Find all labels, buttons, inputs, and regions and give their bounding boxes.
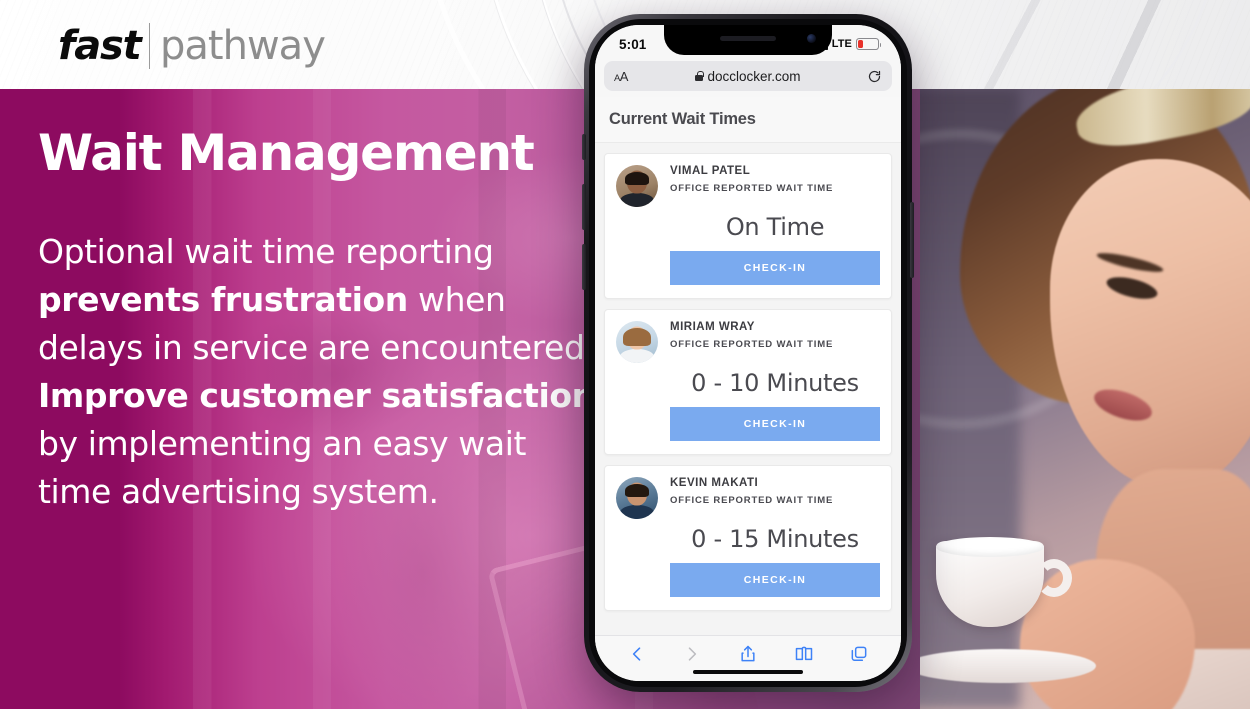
power-button[interactable] bbox=[910, 202, 914, 278]
volume-down-button[interactable] bbox=[582, 244, 586, 290]
network-type-label: LTE bbox=[831, 38, 852, 50]
table-row[interactable]: KEVIN MAKATI OFFICE REPORTED WAIT TIME 0… bbox=[604, 465, 892, 611]
provider-name: VIMAL PATEL bbox=[670, 165, 751, 177]
battery-fill bbox=[858, 40, 864, 48]
reload-icon[interactable] bbox=[867, 69, 882, 84]
logo-primary-text: fast bbox=[58, 23, 142, 69]
coffee-cup-rim bbox=[936, 537, 1044, 557]
card-body: 0 - 15 Minutes CHECK-IN bbox=[616, 525, 880, 597]
card-body: On Time CHECK-IN bbox=[616, 213, 880, 285]
promo-text-block: Wait Management Optional wait time repor… bbox=[38, 127, 598, 517]
front-camera-icon bbox=[807, 34, 816, 43]
safari-url-bar: AA docclocker.com bbox=[595, 59, 901, 97]
page-title: Wait Management bbox=[38, 124, 535, 182]
provider-name: MIRIAM WRAY bbox=[670, 321, 755, 333]
avatar-body bbox=[620, 505, 654, 519]
phone-notch bbox=[664, 25, 832, 55]
url-text: docclocker.com bbox=[707, 68, 801, 84]
safari-bottom-toolbar bbox=[595, 635, 901, 681]
body-bold-1: prevents frustration bbox=[38, 279, 408, 319]
brand-logo: fast pathway bbox=[58, 22, 326, 70]
battery-icon bbox=[856, 38, 882, 50]
forward-icon bbox=[689, 646, 697, 661]
check-in-button[interactable]: CHECK-IN bbox=[670, 407, 880, 441]
body-bold-2: Improve customer satisfaction bbox=[38, 376, 595, 416]
wait-time-value: On Time bbox=[725, 213, 825, 241]
back-icon[interactable] bbox=[627, 644, 647, 664]
coffee-saucer bbox=[906, 649, 1096, 683]
avatar-body bbox=[620, 193, 654, 207]
url-pill[interactable]: AA docclocker.com bbox=[604, 61, 892, 91]
mute-switch[interactable] bbox=[582, 134, 586, 160]
home-indicator[interactable] bbox=[693, 669, 803, 674]
wait-time-value: 0 - 15 Minutes bbox=[691, 525, 859, 553]
card-body: 0 - 10 Minutes CHECK-IN bbox=[616, 369, 880, 441]
avatar-hair bbox=[625, 172, 649, 186]
body-text-1: Optional wait time reporting bbox=[38, 231, 494, 271]
avatar-hair bbox=[625, 484, 649, 498]
volume-up-button[interactable] bbox=[582, 184, 586, 230]
card-header: KEVIN MAKATI OFFICE REPORTED WAIT TIME bbox=[616, 477, 880, 519]
check-in-button[interactable]: CHECK-IN bbox=[670, 251, 880, 285]
avatar-hair bbox=[623, 328, 651, 347]
bookmarks-icon[interactable] bbox=[794, 644, 814, 664]
logo-secondary-text: pathway bbox=[160, 23, 326, 69]
table-row[interactable]: MIRIAM WRAY OFFICE REPORTED WAIT TIME 0 … bbox=[604, 309, 892, 455]
card-info: VIMAL PATEL OFFICE REPORTED WAIT TIME bbox=[670, 165, 880, 194]
web-content-area: Current Wait Times VIMAL PATEL OFFICE RE… bbox=[595, 97, 901, 635]
check-in-button[interactable]: CHECK-IN bbox=[670, 563, 880, 597]
wait-time-label: OFFICE REPORTED WAIT TIME bbox=[670, 183, 834, 194]
wait-time-value: 0 - 10 Minutes bbox=[691, 369, 859, 397]
promo-body-copy: Optional wait time reporting prevents fr… bbox=[38, 228, 598, 517]
card-header: VIMAL PATEL OFFICE REPORTED WAIT TIME bbox=[616, 165, 880, 207]
tabs-icon[interactable] bbox=[849, 644, 869, 664]
text-size-button[interactable]: AA bbox=[614, 69, 628, 84]
card-header: MIRIAM WRAY OFFICE REPORTED WAIT TIME bbox=[616, 321, 880, 363]
avatar bbox=[616, 321, 658, 363]
wait-time-label: OFFICE REPORTED WAIT TIME bbox=[670, 495, 834, 506]
url-display: docclocker.com bbox=[604, 69, 892, 84]
avatar bbox=[616, 477, 658, 519]
provider-name: KEVIN MAKATI bbox=[670, 477, 759, 489]
wait-time-label: OFFICE REPORTED WAIT TIME bbox=[670, 339, 834, 350]
avatar bbox=[616, 165, 658, 207]
card-info: MIRIAM WRAY OFFICE REPORTED WAIT TIME bbox=[670, 321, 880, 350]
earpiece-speaker bbox=[720, 36, 776, 41]
promo-canvas: Wait Management Optional wait time repor… bbox=[0, 0, 1250, 709]
table-row[interactable]: VIMAL PATEL OFFICE REPORTED WAIT TIME On… bbox=[604, 153, 892, 299]
iphone-mockup: 5:01 LTE AA docclocker.com Current Wait … bbox=[582, 14, 914, 692]
avatar-body bbox=[620, 349, 654, 363]
logo-divider bbox=[148, 23, 151, 69]
status-clock: 5:01 bbox=[619, 36, 647, 52]
card-info: KEVIN MAKATI OFFICE REPORTED WAIT TIME bbox=[670, 477, 880, 506]
coffee-cup-handle bbox=[1036, 559, 1072, 597]
wait-times-heading: Current Wait Times bbox=[595, 97, 901, 143]
body-text-3: by implementing an easy wait time advert… bbox=[38, 424, 527, 512]
lock-icon bbox=[695, 71, 704, 81]
wait-card-list: VIMAL PATEL OFFICE REPORTED WAIT TIME On… bbox=[595, 143, 901, 611]
cafe-photo bbox=[900, 89, 1250, 709]
share-icon[interactable] bbox=[738, 644, 758, 664]
phone-screen: 5:01 LTE AA docclocker.com Current Wait … bbox=[595, 25, 901, 681]
